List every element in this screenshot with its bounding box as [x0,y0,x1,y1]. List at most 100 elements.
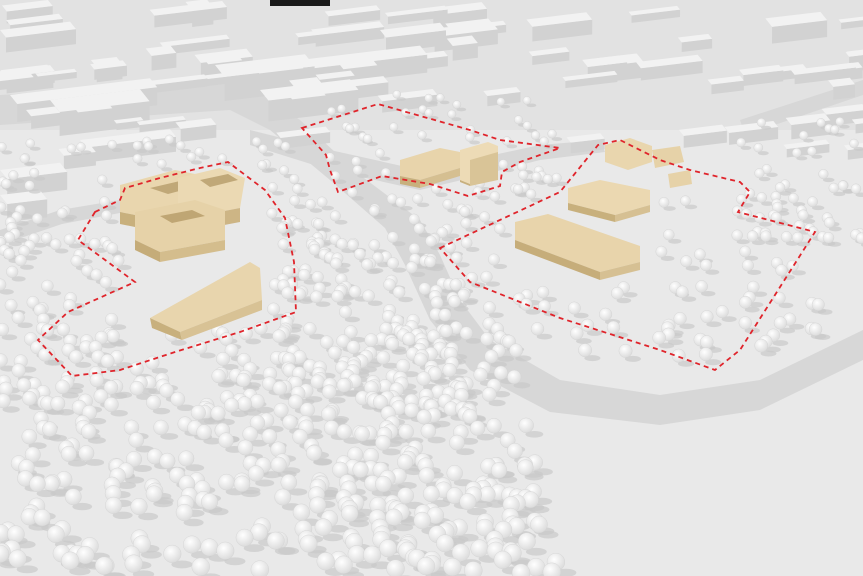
tree [522,96,532,105]
tree [436,93,445,102]
tree [512,183,524,195]
tree [334,555,353,574]
tree [41,279,54,293]
tree [807,226,819,238]
tree [416,409,432,425]
tree [143,141,154,151]
tree [422,485,440,503]
tree [610,286,624,300]
tree [237,439,254,456]
tree [191,557,210,576]
tree [282,414,298,430]
tree [695,280,708,293]
tree [570,326,584,340]
tree [567,301,581,315]
tree [837,180,849,191]
tree [66,143,77,154]
tree [517,532,536,551]
tree [509,343,523,358]
tree [525,188,537,200]
tree [352,165,363,176]
tree [129,380,145,396]
tree [299,534,318,553]
tree [807,196,818,208]
tree [364,333,378,347]
tree [218,432,234,449]
tree [70,255,83,267]
tree [746,230,759,242]
tree [261,428,278,445]
tree [130,498,148,516]
tree [64,488,82,506]
tree [375,148,385,158]
tree [63,233,76,246]
tree [88,237,101,250]
tree [11,363,26,378]
tree [739,245,752,258]
tree [339,305,352,319]
tree [379,539,397,558]
tree [700,310,714,324]
tree [277,238,290,250]
tree [101,210,112,221]
tree [460,237,473,249]
tree [739,295,752,309]
tree [351,156,362,167]
tree [76,546,95,565]
tree [731,229,743,241]
tree [386,559,405,576]
tree [530,130,541,140]
tree [321,384,337,400]
tree [292,503,310,521]
tree [482,301,496,315]
tree [487,253,500,266]
tree [580,318,595,332]
tree [383,278,396,291]
tree [489,191,501,202]
tree [792,231,804,244]
tree [33,508,51,527]
tree [676,285,689,299]
tree [606,320,621,335]
tree [196,424,212,440]
tree [4,298,18,312]
tree [430,296,444,310]
tree [60,445,77,462]
tree [200,538,219,557]
tree [6,265,19,278]
tree [346,340,361,354]
tree [353,248,366,260]
tree [90,268,103,281]
tree [416,556,436,576]
tree [106,329,120,343]
tree [292,183,303,194]
context-building-facade [452,42,478,61]
tree [78,445,95,462]
tree [652,331,666,345]
tree [449,278,462,291]
tree [25,138,35,149]
tree [153,419,169,436]
tree [40,232,53,244]
tree [418,282,431,295]
tree [29,167,40,178]
tree [0,178,12,189]
tree [741,259,754,272]
tree [408,213,420,225]
tree [236,396,252,412]
tree [376,350,391,365]
tree [754,338,769,353]
tree [330,257,342,270]
tree [62,299,76,312]
tree [347,187,358,198]
tree [823,216,836,229]
tree [310,374,325,389]
tree [305,198,316,210]
tree [345,123,355,133]
tree [514,115,523,125]
tree [368,239,381,251]
tree [531,171,542,182]
tree [336,238,348,250]
tree [416,371,431,386]
tree [551,172,562,183]
